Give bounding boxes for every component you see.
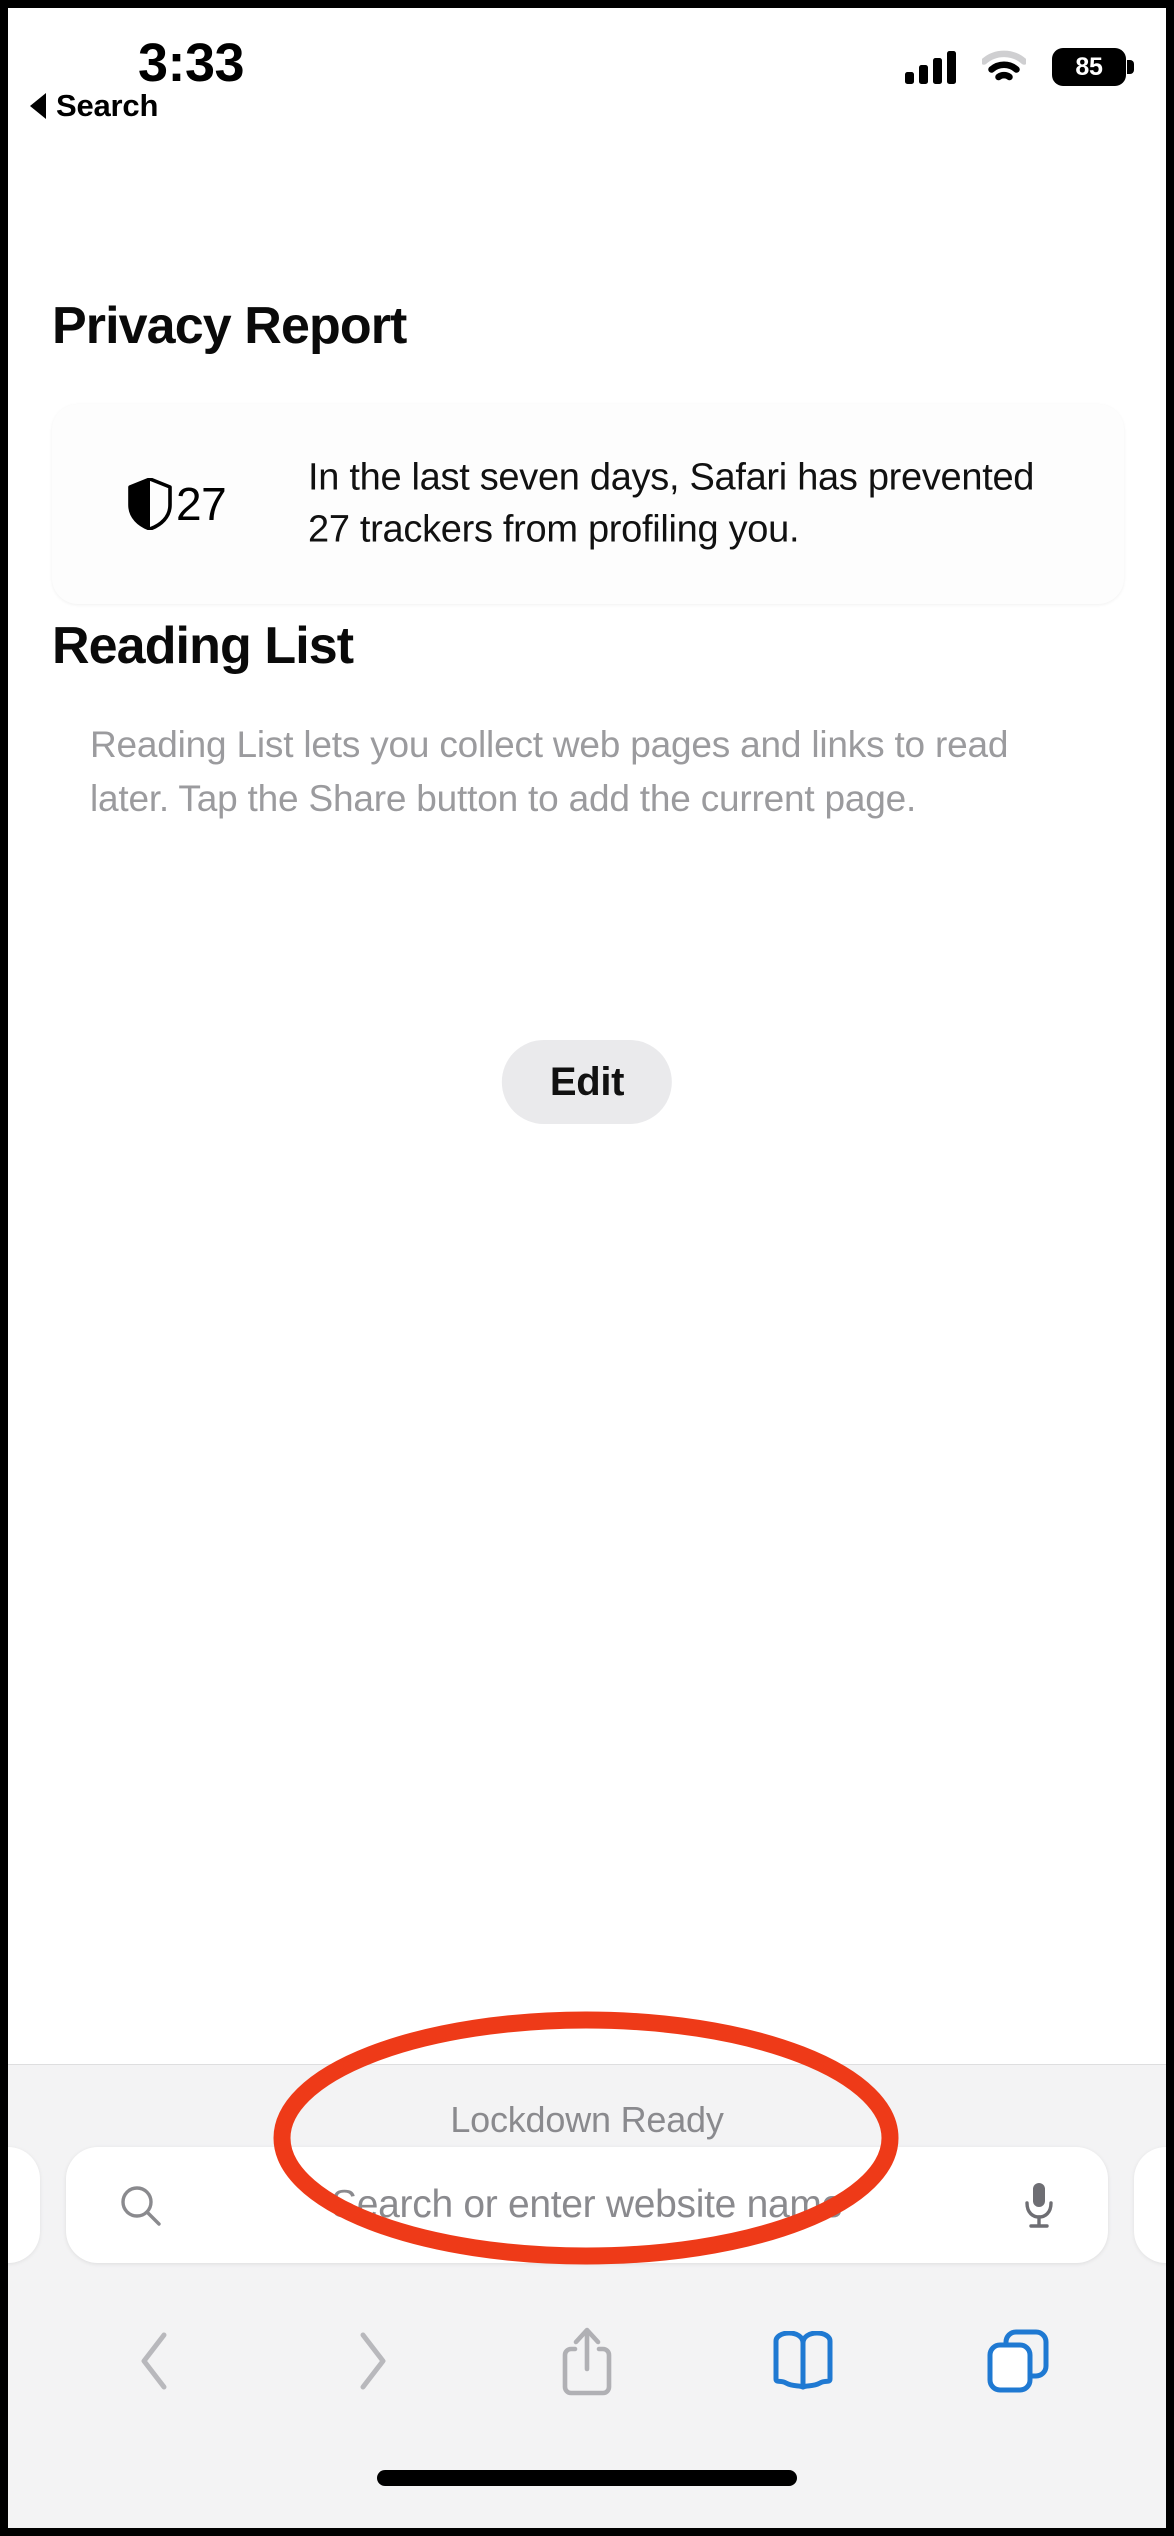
lockdown-status-label: Lockdown Ready: [450, 2099, 724, 2140]
shield-half-filled-icon: [128, 478, 172, 530]
privacy-report-title: Privacy Report: [52, 297, 407, 355]
safari-start-page: 3:33 85 Search Privacy Report 27 In the …: [0, 0, 1174, 2536]
back-triangle-icon: [30, 93, 46, 119]
reading-list-title: Reading List: [52, 617, 354, 675]
status-bar-time: 3:33: [138, 33, 245, 93]
bottom-bar: Lockdown Ready Search or enter website n…: [0, 2064, 1174, 2528]
device-frame-right: [1166, 0, 1174, 2536]
tabs-button[interactable]: [958, 2314, 1078, 2410]
share-button[interactable]: [527, 2314, 647, 2410]
device-frame-left: [0, 0, 8, 2536]
search-input[interactable]: Search or enter website name: [66, 2147, 1108, 2263]
tracker-stat: 27: [128, 477, 227, 531]
battery-level-label: 85: [1075, 52, 1103, 81]
forward-button[interactable]: [311, 2314, 431, 2410]
chevron-right-icon: [351, 2329, 391, 2396]
microphone-icon[interactable]: [1022, 2181, 1056, 2229]
back-to-search-label: Search: [56, 88, 159, 123]
status-bar-indicators: 85: [905, 48, 1134, 86]
status-bar: 3:33 85: [8, 8, 1166, 104]
chevron-left-icon: [136, 2329, 176, 2396]
battery-cap: [1127, 60, 1134, 74]
back-button[interactable]: [96, 2314, 216, 2410]
tracker-count-label: 27: [176, 478, 227, 530]
wifi-icon: [980, 50, 1028, 84]
privacy-report-description: In the last seven days, Safari has preve…: [308, 456, 1035, 550]
bookmarks-button[interactable]: [743, 2314, 863, 2410]
search-input-placeholder: Search or enter website name: [331, 2183, 843, 2226]
tabs-icon: [986, 2329, 1050, 2396]
cellular-signal-icon: [905, 50, 956, 84]
device-frame-top: [0, 0, 1174, 8]
start-page-content: Privacy Report 27 In the last seven days…: [8, 104, 1166, 2072]
privacy-report-card[interactable]: 27 In the last seven days, Safari has pr…: [52, 404, 1124, 604]
share-icon: [559, 2325, 615, 2400]
edit-button[interactable]: Edit: [501, 1040, 673, 1124]
reading-list-empty-text: Reading List lets you collect web pages …: [90, 724, 1009, 819]
browser-toolbar: [8, 2314, 1166, 2410]
back-to-search-link[interactable]: Search: [30, 88, 158, 124]
book-icon: [771, 2330, 835, 2394]
battery-icon: 85: [1052, 48, 1134, 86]
home-indicator: [377, 2470, 797, 2486]
search-icon: [118, 2183, 162, 2227]
device-frame-bottom: [0, 2528, 1174, 2536]
